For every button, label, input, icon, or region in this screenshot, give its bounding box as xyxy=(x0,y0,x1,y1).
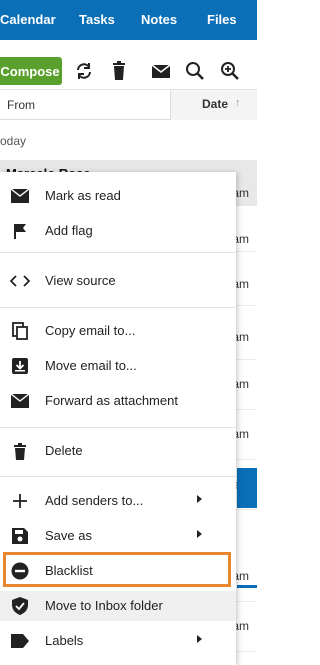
search-icon[interactable] xyxy=(184,60,206,82)
submenu-arrow-icon xyxy=(197,530,202,538)
nav-files[interactable]: Files xyxy=(207,12,237,27)
menu-item-move-email[interactable]: Move email to... xyxy=(0,351,236,381)
menu-item-label: Labels xyxy=(45,633,84,648)
menu-item-label: Save as xyxy=(45,528,92,543)
save-icon xyxy=(10,527,30,545)
menu-divider xyxy=(0,427,236,428)
group-today-label: oday xyxy=(0,134,27,148)
copy-icon xyxy=(10,322,30,340)
menu-divider xyxy=(0,307,236,308)
menu-item-label: Mark as read xyxy=(45,188,121,203)
menu-item-delete[interactable]: Delete xyxy=(0,436,236,466)
label-bar xyxy=(237,585,257,588)
menu-item-label: Add senders to... xyxy=(45,493,144,508)
menu-item-labels[interactable]: Labels xyxy=(0,626,236,656)
envelope-icon xyxy=(10,392,30,410)
menu-item-add-senders[interactable]: Add senders to... xyxy=(0,486,236,516)
menu-item-save-as[interactable]: Save as xyxy=(0,521,236,551)
top-nav: Calendar Tasks Notes Files xyxy=(0,0,257,40)
envelope-icon[interactable] xyxy=(150,60,172,82)
nav-tasks[interactable]: Tasks xyxy=(79,12,115,27)
menu-item-forward-attachment[interactable]: Forward as attachment xyxy=(0,386,236,416)
menu-item-label: Delete xyxy=(45,443,83,458)
menu-item-label: Move to Inbox folder xyxy=(45,598,163,613)
context-menu: Mark as read Add flag View source Copy e… xyxy=(0,172,236,665)
menu-item-label: Move email to... xyxy=(45,358,137,373)
label-icon xyxy=(10,632,30,650)
menu-item-view-source[interactable]: View source xyxy=(0,266,236,296)
trash-icon xyxy=(10,442,30,460)
flag-icon xyxy=(10,222,30,240)
column-from[interactable]: From xyxy=(7,98,35,112)
menu-item-mark-as-read[interactable]: Mark as read xyxy=(0,181,236,211)
menu-item-label: View source xyxy=(45,273,116,288)
column-date-label: Date xyxy=(202,97,229,111)
compose-button[interactable]: Compose xyxy=(0,57,62,85)
menu-item-add-flag[interactable]: Add flag xyxy=(0,216,236,246)
nav-calendar[interactable]: Calendar xyxy=(0,12,56,27)
menu-item-copy-email[interactable]: Copy email to... xyxy=(0,316,236,346)
blacklist-highlight xyxy=(3,552,231,587)
submenu-arrow-icon xyxy=(197,635,202,643)
nav-notes[interactable]: Notes xyxy=(141,12,177,27)
menu-divider xyxy=(0,476,236,477)
refresh-icon[interactable] xyxy=(73,60,95,82)
label-bar xyxy=(237,468,257,508)
submenu-arrow-icon xyxy=(197,495,202,503)
sort-ascending-icon: ↑ xyxy=(235,97,241,109)
message-list-header: From Date ↑ xyxy=(0,90,257,120)
menu-item-move-to-inbox[interactable]: Move to Inbox folder xyxy=(0,591,236,621)
code-icon xyxy=(10,272,30,290)
plus-icon xyxy=(10,492,30,510)
move-icon xyxy=(10,357,30,375)
menu-divider xyxy=(0,252,236,253)
envelope-icon xyxy=(10,187,30,205)
menu-item-label: Add flag xyxy=(45,223,93,238)
menu-item-label: Forward as attachment xyxy=(45,393,178,408)
trash-icon[interactable] xyxy=(108,60,130,82)
column-date[interactable]: Date ↑ xyxy=(170,90,257,120)
zoom-in-icon[interactable] xyxy=(219,60,241,82)
shield-check-icon xyxy=(10,597,30,615)
menu-item-label: Copy email to... xyxy=(45,323,136,338)
